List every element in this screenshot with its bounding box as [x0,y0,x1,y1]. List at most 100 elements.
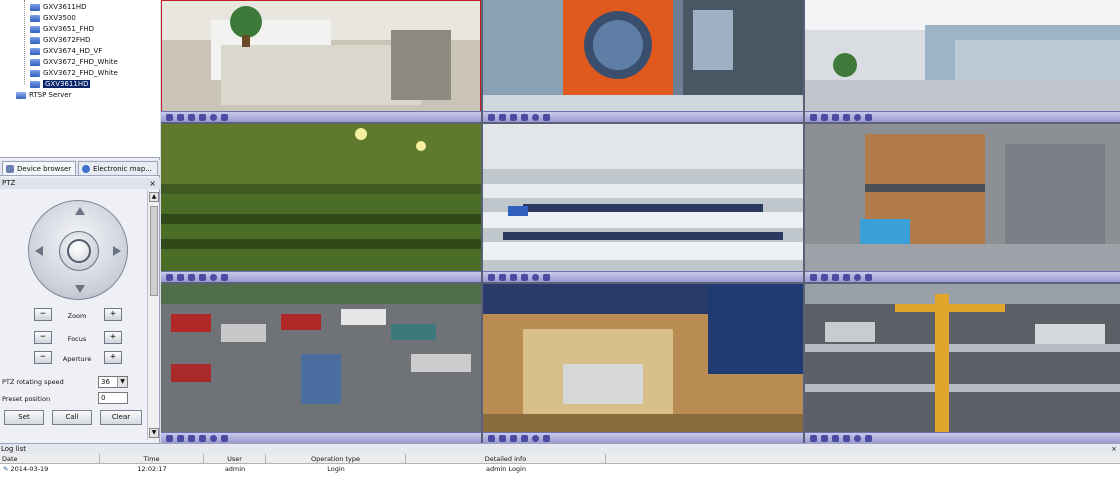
toolbar-icon[interactable] [221,435,228,442]
tile-toolbar[interactable] [805,271,1120,282]
toolbar-icon[interactable] [166,114,173,121]
video-tile[interactable] [805,124,1120,282]
toolbar-icon[interactable] [499,274,506,281]
toolbar-icon[interactable] [499,114,506,121]
toolbar-icon[interactable] [210,274,217,281]
tile-toolbar[interactable] [805,111,1120,122]
ptz-home-button[interactable] [59,231,99,271]
video-tile[interactable] [483,284,803,443]
zoom-out-button[interactable]: − [34,308,52,321]
toolbar-icon[interactable] [188,114,195,121]
tree-item[interactable]: GXV3672_FHD_White [30,57,118,68]
toolbar-icon[interactable] [199,114,206,121]
toolbar-icon[interactable] [166,274,173,281]
arrow-left-icon[interactable] [35,246,43,256]
toolbar-icon[interactable] [199,435,206,442]
clear-button[interactable]: Clear [100,410,142,425]
tree-item[interactable]: GXV3611HD [30,2,86,13]
tab-electronic-map[interactable]: Electronic map... [78,161,158,175]
toolbar-icon[interactable] [177,114,184,121]
toolbar-icon[interactable] [521,114,528,121]
arrow-up-icon[interactable] [75,207,85,215]
focus-near-button[interactable]: − [34,331,52,344]
tile-toolbar[interactable] [483,432,803,443]
toolbar-icon[interactable] [221,114,228,121]
toolbar-icon[interactable] [821,274,828,281]
aperture-close-button[interactable]: − [34,351,52,364]
toolbar-icon[interactable] [510,435,517,442]
video-tile[interactable] [161,284,481,443]
toolbar-icon[interactable] [810,435,817,442]
toolbar-icon[interactable] [865,114,872,121]
ptz-scrollbar[interactable]: ▲ ▼ [147,190,159,440]
toolbar-icon[interactable] [188,435,195,442]
toolbar-icon[interactable] [188,274,195,281]
zoom-in-button[interactable]: + [104,308,122,321]
toolbar-icon[interactable] [821,435,828,442]
toolbar-icon[interactable] [843,435,850,442]
toolbar-icon[interactable] [488,274,495,281]
toolbar-icon[interactable] [843,274,850,281]
toolbar-icon[interactable] [543,435,550,442]
toolbar-icon[interactable] [810,274,817,281]
tile-toolbar[interactable] [805,432,1120,443]
toolbar-icon[interactable] [854,114,861,121]
column-header-operation-type[interactable]: Operation type [266,454,406,464]
tree-item[interactable]: GXV3672_FHD_White [30,68,118,79]
toolbar-icon[interactable] [543,114,550,121]
toolbar-icon[interactable] [199,274,206,281]
call-button[interactable]: Call [52,410,92,425]
video-tile[interactable] [805,284,1120,443]
toolbar-icon[interactable] [832,435,839,442]
toolbar-icon[interactable] [210,114,217,121]
toolbar-icon[interactable] [221,274,228,281]
video-tile[interactable] [483,0,803,122]
toolbar-icon[interactable] [832,274,839,281]
toolbar-icon[interactable] [166,435,173,442]
tile-toolbar[interactable] [161,432,481,443]
toolbar-icon[interactable] [854,274,861,281]
tree-item-rtsp-server[interactable]: RTSP Server [16,90,71,101]
toolbar-icon[interactable] [177,274,184,281]
column-header-detailed-info[interactable]: Detailed info [406,454,606,464]
toolbar-icon[interactable] [488,435,495,442]
toolbar-icon[interactable] [210,435,217,442]
arrow-right-icon[interactable] [113,246,121,256]
preset-position-input[interactable]: 0 [98,392,128,404]
column-header-time[interactable]: Time [100,454,204,464]
toolbar-icon[interactable] [865,274,872,281]
toolbar-icon[interactable] [865,435,872,442]
scroll-thumb[interactable] [150,206,158,296]
scroll-up-icon[interactable]: ▲ [149,192,159,202]
set-button[interactable]: Set [4,410,44,425]
tree-item[interactable]: GXV3674_HD_VF [30,46,102,57]
toolbar-icon[interactable] [177,435,184,442]
toolbar-icon[interactable] [521,435,528,442]
scroll-down-icon[interactable]: ▼ [149,428,159,438]
toolbar-icon[interactable] [532,274,539,281]
toolbar-icon[interactable] [843,114,850,121]
toolbar-icon[interactable] [499,435,506,442]
video-tile[interactable] [161,124,481,282]
rotating-speed-select[interactable]: 36 ▼ [98,376,128,388]
toolbar-icon[interactable] [521,274,528,281]
toolbar-icon[interactable] [832,114,839,121]
toolbar-icon[interactable] [488,114,495,121]
toolbar-icon[interactable] [810,114,817,121]
video-tile[interactable] [483,124,803,282]
close-icon[interactable]: × [149,178,156,189]
aperture-open-button[interactable]: + [104,351,122,364]
tab-device-browser[interactable]: Device browser [2,161,76,175]
column-header-user[interactable]: User [204,454,266,464]
tree-item[interactable]: GXV3672FHD [30,35,91,46]
focus-far-button[interactable]: + [104,331,122,344]
toolbar-icon[interactable] [510,114,517,121]
tree-item-selected[interactable]: GXV3611HD [30,79,91,90]
column-header-date[interactable]: Date [0,454,100,464]
toolbar-icon[interactable] [532,114,539,121]
tile-toolbar[interactable] [161,111,481,122]
tree-item[interactable]: GXV3651_FHD [30,24,94,35]
tile-toolbar[interactable] [483,111,803,122]
video-tile[interactable] [805,0,1120,122]
toolbar-icon[interactable] [532,435,539,442]
